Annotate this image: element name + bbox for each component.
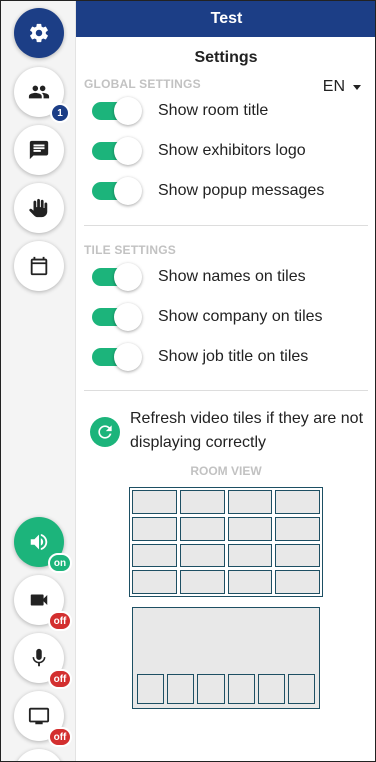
caret-down-icon — [353, 84, 361, 90]
toggle-row-room-title: Show room title — [92, 97, 268, 125]
thumbnail-tile — [137, 674, 165, 704]
thumbnail-strip — [137, 674, 316, 704]
grid-tile — [227, 490, 273, 514]
job-title-on-tiles-toggle[interactable] — [92, 343, 142, 371]
speaker-layout-option[interactable] — [132, 607, 320, 709]
grid-tile — [227, 543, 273, 568]
toggle-label: Show room title — [158, 102, 269, 119]
toggle-label: Show job title on tiles — [158, 348, 309, 365]
more-button[interactable] — [14, 749, 64, 761]
language-select[interactable]: EN — [323, 78, 361, 96]
grid-tile — [132, 570, 177, 594]
chat-button[interactable] — [14, 125, 64, 175]
global-settings-label: GLOBAL SETTINGS — [84, 77, 201, 91]
microphone-icon — [32, 648, 46, 667]
sidebar: 1 on off off off — [1, 1, 76, 761]
thumbnail-tile — [197, 674, 225, 704]
toggle-row-popup-messages: Show popup messages — [92, 177, 324, 205]
settings-panel: Test Settings GLOBAL SETTINGS EN Show ro… — [76, 1, 375, 761]
camera-status-badge: off — [48, 611, 72, 631]
room-title-toggle[interactable] — [92, 97, 142, 125]
calendar-icon — [30, 256, 48, 276]
grid-tile — [179, 570, 225, 594]
section-divider — [84, 390, 368, 391]
room-view-label: ROOM VIEW — [190, 464, 262, 478]
camera-button[interactable]: off — [14, 575, 72, 631]
refresh-tiles-text: Refresh video tiles if they are not disp… — [130, 410, 364, 451]
speaker-icon — [30, 533, 48, 551]
language-value: EN — [322, 78, 345, 95]
grid-tile — [179, 516, 225, 541]
app-frame: 1 on off off off Test Settings GLOBAL SE… — [0, 0, 376, 762]
grid-tile — [275, 543, 320, 568]
tile-settings-label: TILE SETTINGS — [84, 243, 176, 257]
room-title: Test — [210, 10, 243, 27]
toggle-label: Show exhibitors logo — [158, 142, 306, 159]
grid-tile — [132, 543, 177, 568]
popup-messages-toggle[interactable] — [92, 177, 142, 205]
thumbnail-tile — [257, 674, 285, 704]
refresh-tiles-button[interactable] — [90, 417, 120, 447]
thumbnail-tile — [287, 674, 316, 704]
toggle-label: Show popup messages — [158, 182, 325, 199]
camera-icon — [30, 594, 48, 606]
toggle-row-names-on-tiles: Show names on tiles — [92, 263, 306, 291]
grid-tile — [227, 570, 273, 594]
speaker-button[interactable]: on — [14, 517, 72, 573]
grid-tile — [227, 516, 273, 541]
grid-tile — [132, 516, 177, 541]
participants-count-badge: 1 — [50, 103, 70, 123]
company-on-tiles-toggle[interactable] — [92, 303, 142, 331]
participants-button[interactable]: 1 — [14, 67, 70, 123]
speaker-status-badge: on — [48, 553, 72, 573]
chat-icon — [29, 140, 49, 160]
grid-tile — [179, 490, 225, 514]
microphone-button[interactable]: off — [14, 633, 72, 689]
grid-tile — [275, 516, 320, 541]
grid-tile — [179, 543, 225, 568]
raise-hand-button[interactable] — [14, 183, 64, 233]
refresh-icon — [98, 425, 112, 439]
room-title-bar: Test — [76, 1, 375, 37]
settings-heading: Settings — [194, 49, 258, 66]
toggle-label: Show company on tiles — [158, 308, 323, 325]
exhibitors-logo-toggle[interactable] — [92, 137, 142, 165]
grid-tile — [275, 570, 320, 594]
thumbnail-tile — [167, 674, 195, 704]
toggle-row-company-on-tiles: Show company on tiles — [92, 303, 323, 331]
toggle-label: Show names on tiles — [158, 268, 306, 285]
screen-share-button[interactable]: off — [14, 691, 72, 747]
names-on-tiles-toggle[interactable] — [92, 263, 142, 291]
screen-share-icon — [28, 707, 50, 725]
grid-tile — [132, 490, 177, 514]
section-divider — [84, 225, 368, 226]
microphone-status-badge: off — [48, 669, 72, 689]
toggle-row-job-title-on-tiles: Show job title on tiles — [92, 343, 308, 371]
grid-layout-option[interactable] — [129, 487, 323, 597]
people-icon — [28, 85, 50, 99]
grid-tile — [275, 490, 320, 514]
settings-button[interactable] — [14, 8, 64, 58]
agenda-button[interactable] — [14, 241, 64, 291]
thumbnail-tile — [227, 674, 255, 704]
gear-icon — [30, 23, 48, 43]
screen-share-status-badge: off — [48, 727, 72, 747]
toggle-row-exhibitors-logo: Show exhibitors logo — [92, 137, 306, 165]
raise-hand-icon — [29, 198, 48, 218]
